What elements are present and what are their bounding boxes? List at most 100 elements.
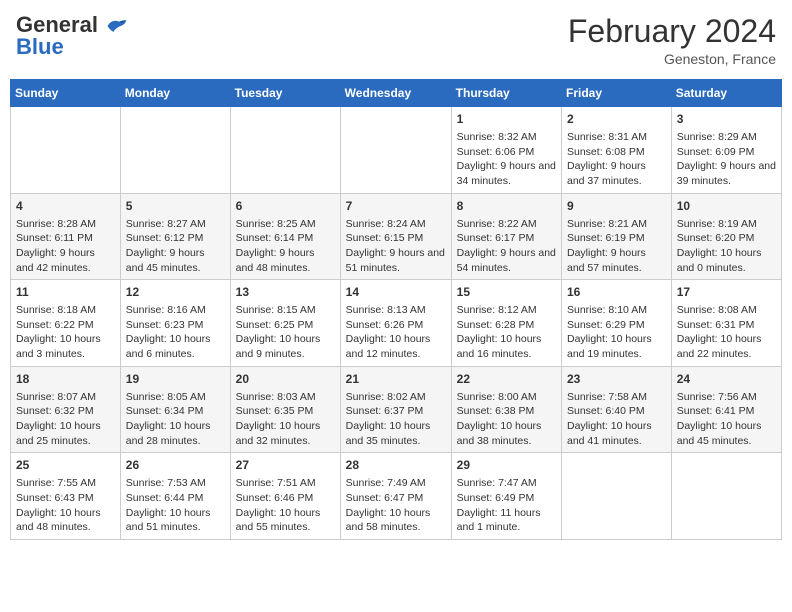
calendar-week-row: 18Sunrise: 8:07 AM Sunset: 6:32 PM Dayli… [11, 366, 782, 453]
day-info: Sunrise: 8:25 AM Sunset: 6:14 PM Dayligh… [236, 217, 335, 276]
day-number: 8 [457, 198, 556, 215]
day-info: Sunrise: 8:08 AM Sunset: 6:31 PM Dayligh… [677, 303, 776, 362]
day-number: 11 [16, 284, 115, 301]
logo: General Blue [16, 14, 128, 58]
day-number: 27 [236, 457, 335, 474]
calendar-table: Sunday Monday Tuesday Wednesday Thursday… [10, 79, 782, 540]
page-header: General Blue February 2024 Geneston, Fra… [10, 10, 782, 71]
day-info: Sunrise: 8:02 AM Sunset: 6:37 PM Dayligh… [346, 390, 446, 449]
day-number: 16 [567, 284, 666, 301]
day-info: Sunrise: 8:10 AM Sunset: 6:29 PM Dayligh… [567, 303, 666, 362]
calendar-cell: 7 Sunrise: 8:24 AM Sunset: 6:15 PM Daylig… [340, 193, 451, 280]
day-info: Sunrise: 8:24 AM Sunset: 6:15 PM Dayligh… [346, 217, 446, 276]
calendar-cell: 29 Sunrise: 7:47 AM Sunset: 6:49 PM Dayli… [451, 453, 561, 540]
day-info: Sunrise: 8:03 AM Sunset: 6:35 PM Dayligh… [236, 390, 335, 449]
logo-bird-icon [106, 17, 128, 35]
calendar-cell: 26Sunrise: 7:53 AM Sunset: 6:44 PM Dayli… [120, 453, 230, 540]
day-info: Sunrise: 8:27 AM Sunset: 6:12 PM Dayligh… [126, 217, 225, 276]
calendar-cell: 23 Sunrise: 7:58 AM Sunset: 6:40 PM Dayli… [562, 366, 672, 453]
calendar-cell: 15 Sunrise: 8:12 AM Sunset: 6:28 PM Dayli… [451, 280, 561, 367]
day-info: Sunrise: 8:13 AM Sunset: 6:26 PM Dayligh… [346, 303, 446, 362]
day-info: Sunrise: 8:15 AM Sunset: 6:25 PM Dayligh… [236, 303, 335, 362]
calendar-cell: 9 Sunrise: 8:21 AM Sunset: 6:19 PM Daylig… [562, 193, 672, 280]
day-number: 9 [567, 198, 666, 215]
day-number: 25 [16, 457, 115, 474]
calendar-cell: 24 Sunrise: 7:56 AM Sunset: 6:41 PM Dayli… [671, 366, 781, 453]
day-info: Sunrise: 8:16 AM Sunset: 6:23 PM Dayligh… [126, 303, 225, 362]
calendar-cell: 20Sunrise: 8:03 AM Sunset: 6:35 PM Dayli… [230, 366, 340, 453]
calendar-cell: 28 Sunrise: 7:49 AM Sunset: 6:47 PM Dayli… [340, 453, 451, 540]
calendar-cell: 4 Sunrise: 8:28 AM Sunset: 6:11 PM Daylig… [11, 193, 121, 280]
calendar-cell: 12Sunrise: 8:16 AM Sunset: 6:23 PM Dayli… [120, 280, 230, 367]
calendar-cell: 6 Sunrise: 8:25 AM Sunset: 6:14 PM Daylig… [230, 193, 340, 280]
day-info: Sunrise: 8:18 AM Sunset: 6:22 PM Dayligh… [16, 303, 115, 362]
day-number: 1 [457, 111, 556, 128]
calendar-cell: 3 Sunrise: 8:29 AM Sunset: 6:09 PM Daylig… [671, 107, 781, 194]
day-info: Sunrise: 8:05 AM Sunset: 6:34 PM Dayligh… [126, 390, 225, 449]
logo-blue-text: Blue [16, 36, 128, 58]
calendar-title: February 2024 [568, 14, 776, 49]
day-number: 23 [567, 371, 666, 388]
day-number: 15 [457, 284, 556, 301]
day-number: 17 [677, 284, 776, 301]
header-monday: Monday [120, 80, 230, 107]
day-number: 10 [677, 198, 776, 215]
calendar-cell: 14 Sunrise: 8:13 AM Sunset: 6:26 PM Dayli… [340, 280, 451, 367]
day-info: Sunrise: 8:22 AM Sunset: 6:17 PM Dayligh… [457, 217, 556, 276]
calendar-week-row: 1 Sunrise: 8:32 AM Sunset: 6:06 PM Daylig… [11, 107, 782, 194]
day-info: Sunrise: 8:32 AM Sunset: 6:06 PM Dayligh… [457, 130, 556, 189]
day-number: 22 [457, 371, 556, 388]
calendar-cell: 25 Sunrise: 7:55 AM Sunset: 6:43 PM Dayli… [11, 453, 121, 540]
day-info: Sunrise: 8:12 AM Sunset: 6:28 PM Dayligh… [457, 303, 556, 362]
header-wednesday: Wednesday [340, 80, 451, 107]
day-number: 5 [126, 198, 225, 215]
calendar-cell: 16 Sunrise: 8:10 AM Sunset: 6:29 PM Dayli… [562, 280, 672, 367]
day-info: Sunrise: 7:55 AM Sunset: 6:43 PM Dayligh… [16, 476, 115, 535]
day-number: 24 [677, 371, 776, 388]
calendar-cell [230, 107, 340, 194]
logo-general-text: General [16, 14, 128, 36]
day-info: Sunrise: 7:58 AM Sunset: 6:40 PM Dayligh… [567, 390, 666, 449]
calendar-cell: 11 Sunrise: 8:18 AM Sunset: 6:22 PM Dayli… [11, 280, 121, 367]
header-friday: Friday [562, 80, 672, 107]
weekday-header-row: Sunday Monday Tuesday Wednesday Thursday… [11, 80, 782, 107]
day-info: Sunrise: 7:51 AM Sunset: 6:46 PM Dayligh… [236, 476, 335, 535]
day-number: 14 [346, 284, 446, 301]
day-info: Sunrise: 8:07 AM Sunset: 6:32 PM Dayligh… [16, 390, 115, 449]
header-thursday: Thursday [451, 80, 561, 107]
calendar-cell: 8 Sunrise: 8:22 AM Sunset: 6:17 PM Daylig… [451, 193, 561, 280]
day-info: Sunrise: 8:00 AM Sunset: 6:38 PM Dayligh… [457, 390, 556, 449]
day-info: Sunrise: 7:56 AM Sunset: 6:41 PM Dayligh… [677, 390, 776, 449]
day-info: Sunrise: 7:49 AM Sunset: 6:47 PM Dayligh… [346, 476, 446, 535]
day-info: Sunrise: 8:29 AM Sunset: 6:09 PM Dayligh… [677, 130, 776, 189]
calendar-cell: 21 Sunrise: 8:02 AM Sunset: 6:37 PM Dayli… [340, 366, 451, 453]
calendar-cell: 13 Sunrise: 8:15 AM Sunset: 6:25 PM Dayli… [230, 280, 340, 367]
day-info: Sunrise: 8:21 AM Sunset: 6:19 PM Dayligh… [567, 217, 666, 276]
header-sunday: Sunday [11, 80, 121, 107]
calendar-cell [340, 107, 451, 194]
calendar-cell: 1 Sunrise: 8:32 AM Sunset: 6:06 PM Daylig… [451, 107, 561, 194]
day-number: 7 [346, 198, 446, 215]
day-number: 6 [236, 198, 335, 215]
day-info: Sunrise: 8:28 AM Sunset: 6:11 PM Dayligh… [16, 217, 115, 276]
day-info: Sunrise: 7:47 AM Sunset: 6:49 PM Dayligh… [457, 476, 556, 535]
calendar-cell [11, 107, 121, 194]
calendar-title-area: February 2024 Geneston, France [568, 14, 776, 67]
calendar-week-row: 25 Sunrise: 7:55 AM Sunset: 6:43 PM Dayli… [11, 453, 782, 540]
calendar-cell: 18Sunrise: 8:07 AM Sunset: 6:32 PM Dayli… [11, 366, 121, 453]
day-number: 4 [16, 198, 115, 215]
header-tuesday: Tuesday [230, 80, 340, 107]
calendar-cell: 19 Sunrise: 8:05 AM Sunset: 6:34 PM Dayli… [120, 366, 230, 453]
calendar-cell [671, 453, 781, 540]
day-number: 19 [126, 371, 225, 388]
calendar-subtitle: Geneston, France [568, 51, 776, 67]
day-number: 28 [346, 457, 446, 474]
calendar-cell: 17 Sunrise: 8:08 AM Sunset: 6:31 PM Dayli… [671, 280, 781, 367]
calendar-week-row: 11 Sunrise: 8:18 AM Sunset: 6:22 PM Dayli… [11, 280, 782, 367]
day-number: 13 [236, 284, 335, 301]
day-number: 29 [457, 457, 556, 474]
day-number: 26 [126, 457, 225, 474]
calendar-cell: 2Sunrise: 8:31 AM Sunset: 6:08 PM Daylig… [562, 107, 672, 194]
day-number: 3 [677, 111, 776, 128]
day-number: 21 [346, 371, 446, 388]
